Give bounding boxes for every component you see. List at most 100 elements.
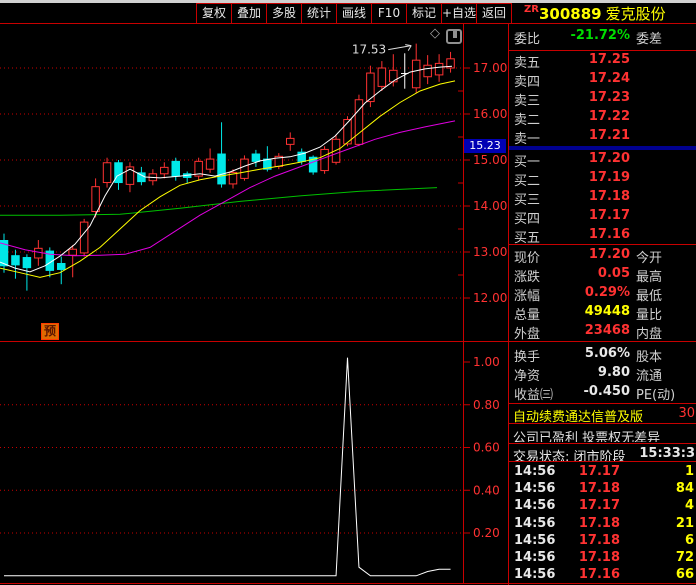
tick-time: 14:56 <box>514 498 556 514</box>
info-label: 换手 <box>514 350 541 364</box>
tick-time: 14:56 <box>514 464 556 479</box>
sell-row[interactable]: 卖四 17.24 <box>509 71 696 90</box>
company-status-text: 公司已盈利 投票权无差异 <box>513 431 661 442</box>
toolbar-button-复权[interactable]: 复权 <box>197 4 232 23</box>
divider <box>509 403 696 404</box>
weibi-label: 委比 <box>514 32 541 47</box>
tick-volume: 21 <box>675 515 694 531</box>
buy-row[interactable]: 买四 17.17 <box>509 208 696 227</box>
info-row-换手: 换手 5.06% 股本 <box>509 346 696 364</box>
sell-row[interactable]: 卖一 17.21 <box>509 128 696 147</box>
notice-row[interactable]: 自动续费通达信普及版 30 <box>509 406 696 423</box>
toolbar-button-返回[interactable]: 返回 <box>477 4 511 23</box>
toolbar-button-标记[interactable]: 标记 <box>407 4 442 23</box>
tick-row: 14:56 17.18 21 <box>509 516 696 533</box>
sell-label: 卖二 <box>514 113 541 128</box>
candlestick-chart[interactable]: 17.00 16.00 15.00 14.00 13.00 12.00 17.53 <box>0 24 507 341</box>
toolbar: 复权 叠加 多股 统计 画线 F10 标记 +自选 返回 ZR300889 爱克股份 <box>0 3 696 23</box>
axis-price-badge: 15.23 <box>464 139 506 153</box>
svg-text:0.40: 0.40 <box>473 483 500 497</box>
info-row-总量: 总量 49448 量比 <box>509 304 696 322</box>
tdx-terminal: 复权 叠加 多股 统计 画线 F10 标记 +自选 返回 ZR300889 爱克股份 17.00 1… <box>0 0 696 585</box>
chart-right-border <box>463 24 464 583</box>
toolbar-button-+自选[interactable]: +自选 <box>442 4 477 23</box>
tick-price: 17.18 <box>578 550 620 565</box>
tick-row: 14:56 17.17 1 <box>509 464 696 481</box>
sell-row[interactable]: 卖五 17.25 <box>509 52 696 71</box>
info-label2: 流通 <box>636 369 663 383</box>
divider <box>509 423 696 424</box>
info-label2: 股本 <box>636 350 663 364</box>
buy-price: 17.18 <box>588 189 630 204</box>
svg-text:17.53: 17.53 <box>352 43 386 57</box>
info-value: 5.06% <box>584 346 630 361</box>
tick-volume: 66 <box>675 567 694 583</box>
buy-label: 买四 <box>514 212 541 227</box>
info-label2: 最低 <box>636 289 663 303</box>
sell-row[interactable]: 卖二 17.22 <box>509 109 696 128</box>
buy-label: 买三 <box>514 193 541 208</box>
panel-divider <box>0 341 696 342</box>
tick-price: 17.18 <box>578 481 620 497</box>
buy-price: 17.20 <box>588 151 630 166</box>
toolbar-button-画线[interactable]: 画线 <box>337 4 372 23</box>
info-label: 现价 <box>514 251 541 265</box>
sell-price: 17.24 <box>588 71 630 86</box>
info-value: 23468 <box>584 323 630 338</box>
company-status-row: 公司已盈利 投票权无差异 <box>509 427 696 442</box>
info-label2: 今开 <box>636 251 663 265</box>
tick-volume: 4 <box>684 498 694 514</box>
tick-time: 14:56 <box>514 515 556 531</box>
sell-price: 17.22 <box>588 109 630 124</box>
divider <box>509 461 696 462</box>
tick-volume: 72 <box>675 550 694 565</box>
tick-price: 17.17 <box>578 464 620 479</box>
tick-volume: 84 <box>675 481 694 497</box>
toolbar-button-多股[interactable]: 多股 <box>267 4 302 23</box>
weicha-label: 委差 <box>636 32 663 47</box>
toolbar-button-叠加[interactable]: 叠加 <box>232 4 267 23</box>
info-value: 0.05 <box>597 266 630 281</box>
stock-code: 300889 <box>538 5 602 23</box>
trading-status-row: 交易状态: 闭市阶段 15:33:3 <box>509 446 696 461</box>
signal-indicator-chart[interactable]: 1.00 0.80 0.60 0.40 0.20 <box>0 341 507 583</box>
buy-row[interactable]: 买三 17.18 <box>509 189 696 208</box>
sell-price: 17.21 <box>588 128 630 143</box>
trading-status-time: 15:33:3 <box>639 446 695 461</box>
tick-row: 14:56 17.18 84 <box>509 481 696 498</box>
info-label: 外盘 <box>514 327 541 341</box>
buy-row[interactable]: 买一 17.20 <box>509 151 696 170</box>
info-row-收益㈢: 收益㈢ -0.450 PE(动) <box>509 384 696 402</box>
toolbar-divider <box>0 23 696 24</box>
info-row-涨幅: 涨幅 0.29% 最低 <box>509 285 696 303</box>
tick-time: 14:56 <box>514 567 556 583</box>
info-label2: 内盘 <box>636 327 663 341</box>
tick-time: 14:56 <box>514 481 556 497</box>
sell-label: 卖五 <box>514 56 541 71</box>
buy-label: 买二 <box>514 174 541 189</box>
buy-row[interactable]: 买二 17.19 <box>509 170 696 189</box>
svg-text:15.00: 15.00 <box>473 153 507 167</box>
window-icon[interactable] <box>446 29 462 44</box>
sell-label: 卖一 <box>514 132 541 147</box>
weibi-value: -21.72% <box>570 28 630 43</box>
mid-price-strip <box>509 146 696 150</box>
tick-price: 17.16 <box>578 567 620 583</box>
weibi-row: 委比 -21.72% 委差 <box>509 28 696 48</box>
tick-time: 14:56 <box>514 532 556 548</box>
info-row-现价: 现价 17.20 今开 <box>509 247 696 265</box>
info-label: 总量 <box>514 308 541 322</box>
sell-row[interactable]: 卖三 17.23 <box>509 90 696 109</box>
notice-suffix: 30 <box>678 406 695 421</box>
toolbar-button-统计[interactable]: 统计 <box>302 4 337 23</box>
info-value: -0.450 <box>583 384 630 399</box>
stock-name: 爱克股份 <box>605 5 666 23</box>
buy-label: 买一 <box>514 155 541 170</box>
divider <box>509 50 696 51</box>
tick-price: 17.18 <box>578 532 620 548</box>
diamond-icon[interactable]: ◇ <box>430 27 440 41</box>
sell-price: 17.25 <box>588 52 630 67</box>
trading-status-text: 交易状态: 闭市阶段 <box>513 450 626 461</box>
toolbar-button-F10[interactable]: F10 <box>372 4 407 23</box>
toolbar-buttons: 复权 叠加 多股 统计 画线 F10 标记 +自选 返回 <box>196 3 512 23</box>
